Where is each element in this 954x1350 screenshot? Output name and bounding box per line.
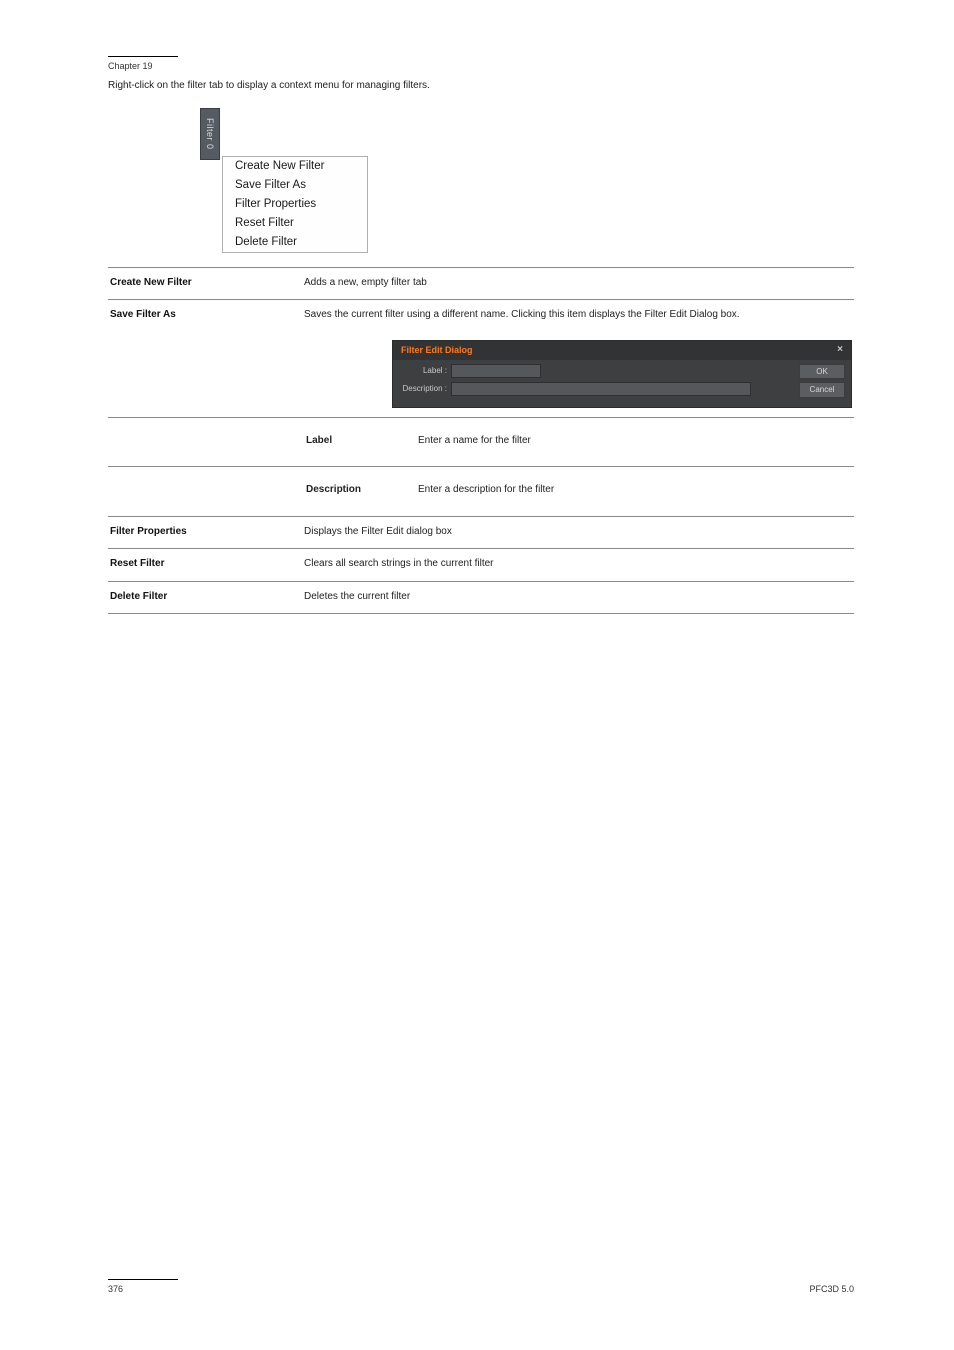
dialog-field-desc: Enter a description for the filter bbox=[418, 477, 850, 505]
description-input[interactable] bbox=[451, 382, 751, 396]
menu-item-create-new-filter[interactable]: Create New Filter bbox=[223, 157, 367, 176]
definition-term: Delete Filter bbox=[110, 584, 302, 612]
definition-row: Reset Filter Clears all search strings i… bbox=[110, 551, 852, 579]
page-number: 376 bbox=[108, 1284, 123, 1294]
intro-paragraph: Right-click on the filter tab to display… bbox=[108, 79, 854, 94]
definition-term: Filter Properties bbox=[110, 519, 302, 547]
definition-term: Reset Filter bbox=[110, 551, 302, 579]
definition-desc: Deletes the current filter bbox=[304, 584, 852, 612]
page-header-label: Chapter 19 bbox=[108, 61, 854, 71]
definition-desc: Displays the Filter Edit dialog box bbox=[304, 519, 852, 547]
label-input[interactable] bbox=[451, 364, 541, 378]
header-rule bbox=[108, 56, 178, 57]
footer-rule bbox=[108, 1279, 178, 1280]
cancel-button[interactable]: Cancel bbox=[799, 382, 845, 398]
definition-row: Label Enter a name for the filter bbox=[110, 420, 852, 465]
menu-item-save-filter-as[interactable]: Save Filter As bbox=[223, 176, 367, 195]
footer-product: PFC3D 5.0 bbox=[809, 1284, 854, 1294]
definition-term: Create New Filter bbox=[110, 270, 302, 298]
menu-item-reset-filter[interactable]: Reset Filter bbox=[223, 214, 367, 233]
definition-term: Save Filter As bbox=[110, 302, 302, 330]
page-footer: 376 PFC3D 5.0 bbox=[108, 1279, 854, 1294]
definition-row: Create New Filter Adds a new, empty filt… bbox=[110, 270, 852, 298]
definition-row: Save Filter As Saves the current filter … bbox=[110, 302, 852, 330]
definition-row: Description Enter a description for the … bbox=[110, 469, 852, 514]
definition-desc: Adds a new, empty filter tab bbox=[304, 270, 852, 298]
dialog-titlebar: Filter Edit Dialog × bbox=[393, 341, 851, 360]
menu-item-filter-properties[interactable]: Filter Properties bbox=[223, 195, 367, 214]
filter-tab[interactable]: Filter 0 bbox=[200, 108, 220, 160]
ok-button[interactable]: OK bbox=[799, 364, 845, 380]
description-field-label: Description : bbox=[399, 383, 451, 395]
definition-row: Delete Filter Deletes the current filter bbox=[110, 584, 852, 612]
divider bbox=[108, 613, 854, 614]
dialog-field-desc: Enter a name for the filter bbox=[418, 428, 850, 456]
filter-context-menu: Create New Filter Save Filter As Filter … bbox=[222, 156, 368, 253]
dialog-title: Filter Edit Dialog bbox=[401, 344, 473, 357]
definition-row: Filter Properties Displays the Filter Ed… bbox=[110, 519, 852, 547]
definition-desc: Saves the current filter using a differe… bbox=[304, 302, 852, 330]
screenshot-filter-context-menu: Filter 0 Create New Filter Save Filter A… bbox=[200, 108, 854, 253]
definition-desc: Clears all search strings in the current… bbox=[304, 551, 852, 579]
filter-edit-dialog: Filter Edit Dialog × Label : Description… bbox=[392, 340, 852, 408]
close-icon[interactable]: × bbox=[835, 345, 845, 355]
dialog-field-term: Label bbox=[306, 428, 416, 456]
label-field-label: Label : bbox=[399, 365, 451, 377]
menu-item-delete-filter[interactable]: Delete Filter bbox=[223, 233, 367, 252]
dialog-field-term: Description bbox=[306, 477, 416, 505]
